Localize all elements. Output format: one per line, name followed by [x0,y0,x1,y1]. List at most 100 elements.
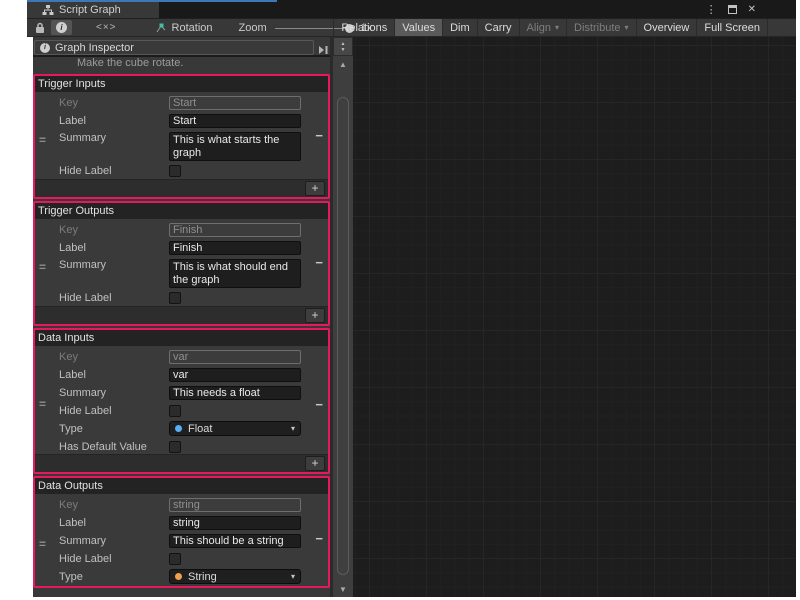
key-field: string [169,498,301,512]
close-icon[interactable]: ✕ [748,4,756,15]
toolbar-right-group: Relations Values Dim Carry Align▾ Distri… [333,19,768,36]
hide-label-label: Hide Label [59,405,169,417]
stepper-down-icon[interactable]: ▼ [341,47,346,53]
key-row: Key Start [35,94,328,112]
window-controls: ⋮ ✕ [706,1,756,17]
carry-button[interactable]: Carry [477,19,519,36]
label-field[interactable]: string [169,516,301,530]
tab-title: Script Graph [59,4,121,16]
graph-description-text: Make the cube rotate. [33,56,330,70]
hide-label-checkbox[interactable] [169,292,181,304]
key-row: Key var [35,348,328,366]
scroll-stepper[interactable]: ▲ ▼ [333,37,353,56]
hide-label-row: Hide Label [35,402,328,419]
key-row: Key string [35,496,328,514]
vertical-scrollbar[interactable]: ▲ ▼ ▲ ▼ [333,37,353,597]
scrollbar-thumb[interactable] [337,97,349,575]
summary-field[interactable]: This should be a string [169,534,301,548]
string-type-icon [175,573,182,580]
type-value: String [188,571,217,583]
values-button[interactable]: Values [394,19,442,36]
section-header: Data Inputs [35,330,328,346]
type-dropdown[interactable]: Float ▾ [169,421,301,436]
chevron-down-icon: ▾ [625,23,629,32]
zoom-label: Zoom [239,22,267,34]
hide-label-checkbox[interactable] [169,165,181,177]
script-graph-icon [42,4,54,16]
type-label: Type [59,423,169,435]
section-trigger-outputs: Trigger Outputs Key Finish Label Finish … [33,201,330,326]
label-field[interactable]: var [169,368,301,382]
hide-label-checkbox[interactable] [169,405,181,417]
summary-row: Summary This needs a float [35,384,328,402]
graph-canvas[interactable] [353,37,796,597]
section-footer: + [35,179,328,197]
chevron-down-icon: ▾ [291,424,295,433]
dim-button[interactable]: Dim [442,19,477,36]
hide-label-label: Hide Label [59,553,169,565]
scroll-up-icon[interactable]: ▲ [333,60,353,69]
label-field[interactable]: Start [169,114,301,128]
remove-element-button[interactable]: − [315,130,323,142]
drag-handle[interactable]: = [39,397,46,411]
overview-button[interactable]: Overview [636,19,697,36]
inspector-toggle-button[interactable]: i [51,20,72,35]
toolbar-left-group: i <×> Rotation Zoom 1x [27,19,372,36]
graph-description-field[interactable]: Make the cube rotate. [33,55,330,74]
key-label: Key [59,224,169,236]
tab-script-graph[interactable]: Script Graph [27,2,159,18]
summary-label: Summary [59,132,169,144]
hide-label-checkbox[interactable] [169,553,181,565]
remove-element-button[interactable]: − [315,399,323,411]
label-row: Label string [35,514,328,532]
hide-label-row: Hide Label [35,289,328,306]
section-header: Trigger Inputs [35,76,328,92]
summary-field[interactable]: This is what starts the graph [169,132,301,161]
key-label: Key [59,351,169,363]
drag-handle[interactable]: = [39,260,46,274]
graph-inspector-panel: i Graph Inspector Make the cube rotate. … [33,37,330,597]
label-field[interactable]: Finish [169,241,301,255]
window-menu-icon[interactable]: ⋮ [706,3,717,16]
type-dropdown[interactable]: String ▾ [169,569,301,584]
rotation-label: Rotation [172,22,213,34]
rotation-unit: Rotation [155,22,213,34]
add-element-button[interactable]: + [305,308,325,323]
summary-row: Summary This is what starts the graph [35,130,328,162]
add-element-button[interactable]: + [305,456,325,471]
scrollbar-zone: ▲ ▼ ▲ ▼ [330,37,353,597]
remove-element-button[interactable]: − [315,257,323,269]
info-icon: i [40,43,50,53]
drag-handle[interactable]: = [39,537,46,551]
edit-source-button[interactable]: <×> [96,22,117,33]
summary-label: Summary [59,387,169,399]
summary-row: Summary This is what should end the grap… [35,257,328,289]
summary-field[interactable]: This is what should end the graph [169,259,301,288]
relations-button[interactable]: Relations [333,19,394,36]
add-element-button[interactable]: + [305,181,325,196]
ports-section-list: Trigger Inputs Key Start Label Start Sum… [33,74,330,597]
lock-button[interactable] [33,22,47,34]
section-data-outputs: Data Outputs Key string Label string Sum… [33,476,330,588]
section-trigger-inputs: Trigger Inputs Key Start Label Start Sum… [33,74,330,199]
has-default-checkbox[interactable] [169,441,181,453]
drag-handle[interactable]: = [39,133,46,147]
chevron-down-icon: ▾ [291,572,295,581]
full-screen-button[interactable]: Full Screen [696,19,768,36]
float-type-icon [175,425,182,432]
lock-icon [35,22,45,34]
key-label: Key [59,499,169,511]
maximize-icon[interactable] [728,5,737,14]
scroll-down-icon[interactable]: ▼ [333,585,353,594]
align-dropdown[interactable]: Align▾ [519,19,566,36]
label-label: Label [59,517,169,529]
info-icon: i [56,22,67,33]
distribute-dropdown[interactable]: Distribute▾ [566,19,635,36]
section-header: Data Outputs [35,478,328,494]
summary-field[interactable]: This needs a float [169,386,301,400]
remove-element-button[interactable]: − [315,533,323,545]
type-row: Type Float ▾ [35,419,328,438]
hide-label-label: Hide Label [59,165,169,177]
key-field: var [169,350,301,364]
hide-label-label: Hide Label [59,292,169,304]
